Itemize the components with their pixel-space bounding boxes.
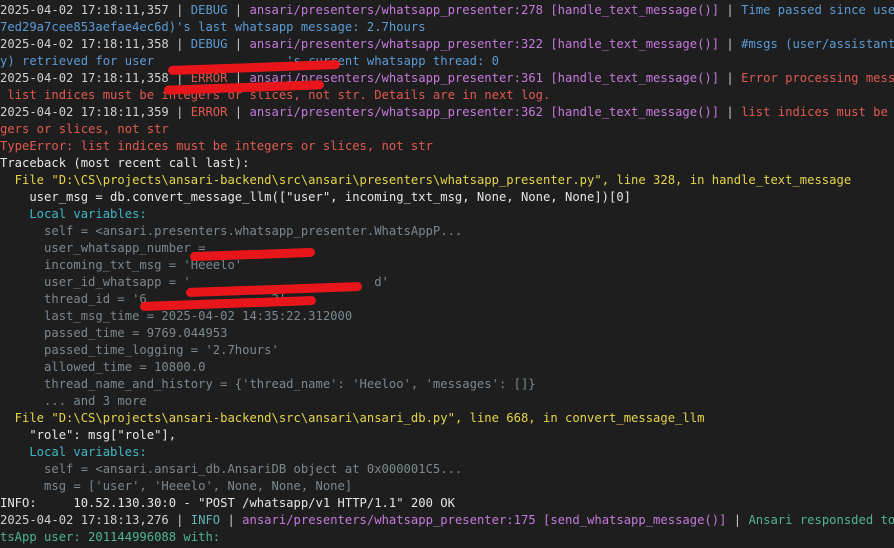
log-segment: INFO <box>190 513 221 527</box>
log-segment: | <box>719 3 742 17</box>
log-segment: user_whatsapp_number = <box>0 241 213 255</box>
log-segment: | <box>719 71 742 85</box>
log-line: Local variables: <box>0 444 147 461</box>
log-segment: [handle_text_message()] <box>550 71 720 85</box>
log-segment: | <box>168 3 191 17</box>
log-segment: ansari/presenters/whatsapp_presenter:362 <box>249 105 543 119</box>
log-line: TypeError: list indices must be integers… <box>0 138 433 155</box>
log-segment: 2025-04-02 17:18:11,358 <box>0 71 169 85</box>
log-line: File "D:\CS\projects\ansari-backend\src\… <box>0 410 705 427</box>
log-segment: | <box>220 513 243 527</box>
log-line: passed_time = 9769.044953 <box>0 325 227 342</box>
log-segment: File <box>0 173 52 187</box>
log-line: INFO: 10.52.130.30:0 - "POST /whatsapp/v… <box>0 495 455 512</box>
log-segment: [handle_text_message()] <box>550 37 720 51</box>
log-segment: | <box>168 513 191 527</box>
log-segment: thread_id = '6 <box>0 292 147 306</box>
log-line: 7ed29a7cee853aefae4ec6d)'s last whatsapp… <box>0 19 426 36</box>
log-segment: 7ed29a7cee853aefae4ec6d)'s last whatsapp… <box>0 20 426 34</box>
log-segment: | <box>168 105 191 119</box>
log-line: passed_time_logging = '2.7hours' <box>0 342 279 359</box>
log-line: Traceback (most recent call last): <box>0 155 249 172</box>
log-segment: y) retrieved for user <box>0 54 162 68</box>
log-line: "role": msg["role"], <box>0 427 176 444</box>
log-line: 2025-04-02 17:18:11,358 | DEBUG | ansari… <box>0 36 894 53</box>
log-line: allowed_time = 10800.0 <box>0 359 205 376</box>
log-segment: | <box>726 513 749 527</box>
log-segment: , line 668, in convert_message_llm <box>454 411 705 425</box>
log-segment: Local variables: <box>0 207 147 221</box>
log-segment: list indices must be inte <box>741 105 888 119</box>
log-segment: ansari/presenters/whatsapp_presenter:175 <box>242 513 536 527</box>
log-segment: ERROR <box>190 105 228 119</box>
log-segment: msg = ['user', 'Heeelo', None, None, Non… <box>0 479 353 493</box>
log-segment: tsApp user: 201144996088 with: <box>0 530 221 544</box>
log-segment: ansari/presenters/whatsapp_presenter:322 <box>249 37 543 51</box>
log-segment: | <box>227 37 250 51</box>
log-line: 2025-04-02 17:18:11,359 | ERROR | ansari… <box>0 104 894 121</box>
log-line: File "D:\CS\projects\ansari-backend\src\… <box>0 172 852 189</box>
log-line: Local variables: <box>0 206 147 223</box>
log-segment: allowed_time = 10800.0 <box>0 360 206 374</box>
log-segment: last_msg_time = 2025-04-02 14:35:22.3120… <box>0 309 353 323</box>
log-segment: 2025-04-02 17:18:13,276 <box>0 513 169 527</box>
log-segment: , line 328, in handle_text_message <box>601 173 852 187</box>
log-line: thread_name_and_history = {'thread_name'… <box>0 376 536 393</box>
log-segment: | <box>719 105 742 119</box>
log-segment: user_msg = db.convert_message_llm(["user… <box>0 190 632 204</box>
log-line: 2025-04-02 17:18:13,276 | INFO | ansari/… <box>0 512 894 529</box>
log-segment: 2025-04-02 17:18:11,358 <box>0 37 169 51</box>
log-segment: [handle_text_message()] <box>550 3 720 17</box>
log-segment: TypeError: list indices must be integers… <box>0 139 433 153</box>
log-segment: "role": msg["role"], <box>0 428 177 442</box>
log-segment: [handle_text_message()] <box>550 105 720 119</box>
log-segment: "D:\CS\projects\ansari-backend\src\ansar… <box>51 173 602 187</box>
log-segment: 2025-04-02 17:18:11,359 <box>0 105 169 119</box>
log-segment: 2025-04-02 17:18:11,357 <box>0 3 169 17</box>
log-segment: d' <box>374 275 389 289</box>
log-segment: #msgs (user/assistant onl <box>741 37 894 51</box>
log-segment: ansari/presenters/whatsapp_presenter:278 <box>249 3 543 17</box>
log-segment: Traceback (most recent call last): <box>0 156 250 170</box>
log-segment: | <box>168 37 191 51</box>
log-segment: DEBUG <box>190 37 228 51</box>
log-line: last_msg_time = 2025-04-02 14:35:22.3120… <box>0 308 352 325</box>
log-line: user_msg = db.convert_message_llm(["user… <box>0 189 631 206</box>
log-segment: passed_time_logging = '2.7hours' <box>0 343 279 357</box>
log-segment: "D:\CS\projects\ansari-backend\src\ansar… <box>51 411 455 425</box>
log-segment: INFO: 10.52.130.30:0 - "POST /whatsapp/v… <box>0 496 455 510</box>
log-segment: ... and 3 more <box>0 394 147 408</box>
log-segment: Time passed since user (6 <box>741 3 894 17</box>
log-segment: [send_whatsapp_message()] <box>543 513 727 527</box>
log-segment: | <box>719 37 742 51</box>
log-segment: Local variables: <box>0 445 147 459</box>
log-line: tsApp user: 201144996088 with: <box>0 529 220 546</box>
log-line: self = <ansari.ansari_db.AnsariDB object… <box>0 461 462 478</box>
terminal-output[interactable]: 2025-04-02 17:18:11,357 | DEBUG | ansari… <box>0 0 894 548</box>
log-segment: user_id_whatsapp = ' <box>0 275 191 289</box>
log-line: 2025-04-02 17:18:11,358 | ERROR | ansari… <box>0 70 894 87</box>
log-segment: Ansari responsded to Wha <box>748 513 894 527</box>
log-line: 2025-04-02 17:18:11,357 | DEBUG | ansari… <box>0 2 894 19</box>
log-segment: | <box>227 105 250 119</box>
log-segment: Error processing message: <box>741 71 894 85</box>
log-segment <box>536 513 543 527</box>
log-segment: gers or slices, not str <box>0 122 169 136</box>
log-line: ... and 3 more <box>0 393 147 410</box>
log-segment: | <box>227 3 250 17</box>
log-segment: self = <ansari.presenters.whatsapp_prese… <box>0 224 463 238</box>
log-line: msg = ['user', 'Heeelo', None, None, Non… <box>0 478 352 495</box>
log-segment: DEBUG <box>190 3 228 17</box>
log-line: user_whatsapp_number = <box>0 240 213 257</box>
log-segment: File <box>0 411 52 425</box>
log-segment: thread_name_and_history = {'thread_name'… <box>0 377 536 391</box>
log-segment: self = <ansari.ansari_db.AnsariDB object… <box>0 462 463 476</box>
log-line: self = <ansari.presenters.whatsapp_prese… <box>0 223 462 240</box>
log-segment: passed_time = 9769.044953 <box>0 326 228 340</box>
log-line: gers or slices, not str <box>0 121 169 138</box>
